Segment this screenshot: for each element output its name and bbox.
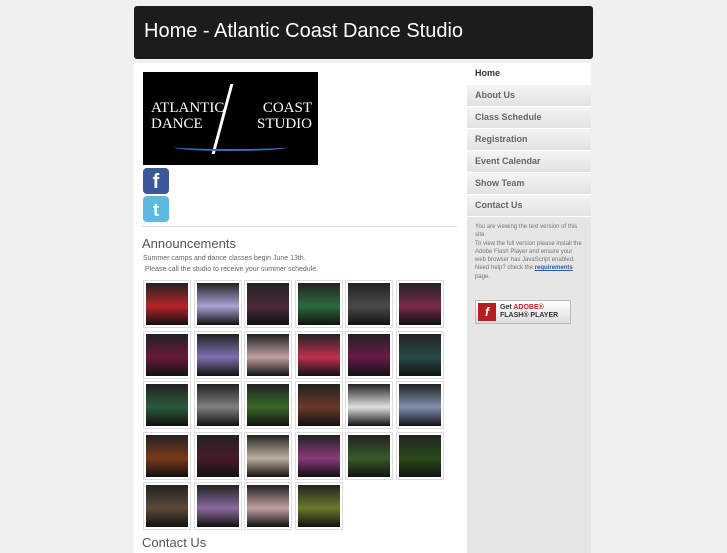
gallery-thumbnail[interactable] — [193, 330, 242, 379]
thumbnail-image — [247, 485, 290, 528]
thumbnail-image — [196, 384, 239, 427]
get-flash-player-button[interactable]: f Get ADOBE® FLASH® PLAYER — [475, 300, 571, 324]
announcement-line: Summer camps and dance classes begin Jun… — [143, 255, 306, 262]
gallery-thumbnail[interactable] — [396, 330, 444, 379]
wave-decoration — [173, 143, 288, 151]
flash-player: FLASH® PLAYER — [500, 312, 559, 319]
gallery-thumbnail[interactable] — [143, 482, 191, 531]
gallery-thumbnail[interactable] — [294, 431, 343, 480]
nav-item-show-team[interactable]: Show Team — [467, 173, 591, 195]
studio-logo: ATLANTIC DANCE COAST STUDIO — [143, 72, 318, 165]
gallery-thumbnail[interactable] — [143, 280, 191, 328]
gallery-thumbnail[interactable] — [244, 431, 293, 480]
thumbnail-image — [399, 384, 441, 427]
nav-item-home[interactable]: Home — [467, 63, 591, 85]
thumbnail-image — [196, 485, 239, 528]
thumbnail-image — [297, 434, 340, 477]
gallery-thumbnail[interactable] — [143, 330, 191, 379]
twitter-icon[interactable]: t — [143, 196, 169, 222]
flash-notice: You are viewing the text version of this… — [475, 223, 583, 281]
contact-heading: Contact Us — [142, 535, 207, 550]
thumbnail-image — [297, 333, 340, 376]
main-content: ATLANTIC DANCE COAST STUDIO f t Announce… — [134, 63, 467, 553]
gallery-thumbnail[interactable] — [396, 381, 444, 430]
thumbnail-image — [196, 283, 239, 325]
page-title: Home - Atlantic Coast Dance Studio — [144, 20, 464, 42]
gallery-thumbnail[interactable] — [143, 431, 191, 480]
gallery-thumbnail[interactable] — [244, 330, 293, 379]
main-nav: Home About Us Class Schedule Registration Ev… — [467, 63, 591, 217]
thumbnail-image — [399, 434, 441, 477]
thumbnail-image — [297, 485, 340, 528]
thumbnail-image — [348, 434, 391, 477]
gallery-thumbnail[interactable] — [193, 431, 242, 480]
thumbnail-image — [146, 384, 188, 427]
flash-adobe: ADOBE® — [513, 304, 544, 311]
sidebar: Home About Us Class Schedule Registration Ev… — [467, 63, 591, 553]
gallery-thumbnail[interactable] — [396, 431, 444, 480]
gallery-thumbnail[interactable] — [244, 482, 293, 531]
thumbnail-image — [399, 333, 441, 376]
logo-text-left: ATLANTIC DANCE — [151, 100, 225, 132]
nav-item-event-calendar[interactable]: Event Calendar — [467, 151, 591, 173]
flash-get: Get — [500, 304, 514, 311]
gallery-thumbnail[interactable] — [193, 482, 242, 531]
gallery-thumbnail[interactable] — [345, 280, 394, 328]
gallery-thumbnail[interactable] — [294, 280, 343, 328]
site-header: Home - Atlantic Coast Dance Studio — [134, 6, 593, 59]
requirements-link[interactable]: requirements — [535, 265, 573, 271]
notice-text: You are viewing the text version of this… — [475, 224, 578, 239]
gallery-thumbnail[interactable] — [244, 381, 293, 430]
gallery-thumbnail[interactable] — [345, 381, 394, 430]
announcement-line: Please call the studio to receive your s… — [143, 266, 319, 273]
nav-item-class-schedule[interactable]: Class Schedule — [467, 107, 591, 129]
gallery-thumbnail[interactable] — [193, 381, 242, 430]
announcements-heading: Announcements — [142, 236, 236, 251]
thumbnail-image — [348, 283, 391, 325]
gallery-thumbnail[interactable] — [396, 280, 444, 328]
thumbnail-image — [146, 283, 188, 325]
gallery-thumbnail[interactable] — [345, 330, 394, 379]
divider — [142, 226, 457, 227]
nav-item-about-us[interactable]: About Us — [467, 85, 591, 107]
thumbnail-image — [146, 333, 188, 376]
notice-text: To view the full version please install … — [475, 240, 582, 264]
thumbnail-image — [297, 384, 340, 427]
thumbnail-image — [196, 333, 239, 376]
nav-item-contact-us[interactable]: Contact Us — [467, 195, 591, 217]
facebook-icon[interactable]: f — [143, 168, 169, 194]
thumbnail-image — [247, 434, 290, 477]
thumbnail-image — [348, 333, 391, 376]
thumbnail-image — [196, 434, 239, 477]
thumbnail-image — [247, 333, 290, 376]
thumbnail-image — [297, 283, 340, 325]
gallery-thumbnail[interactable] — [244, 280, 293, 328]
notice-text: Need help? check the — [475, 265, 535, 272]
thumbnail-image — [399, 283, 441, 325]
logo-text-right: COAST STUDIO — [257, 100, 312, 132]
notice-text: page. — [475, 273, 491, 280]
nav-item-registration[interactable]: Registration — [467, 129, 591, 151]
thumbnail-image — [146, 485, 188, 528]
thumbnail-image — [247, 283, 290, 325]
gallery-thumbnail[interactable] — [345, 431, 394, 480]
thumbnail-image — [146, 434, 188, 477]
gallery-thumbnail[interactable] — [193, 280, 242, 328]
flash-icon: f — [478, 303, 496, 321]
thumbnail-image — [348, 384, 391, 427]
gallery-thumbnail[interactable] — [143, 381, 191, 430]
gallery-thumbnail[interactable] — [294, 482, 343, 531]
gallery-thumbnail[interactable] — [294, 330, 343, 379]
gallery-thumbnail[interactable] — [294, 381, 343, 430]
thumbnail-image — [247, 384, 290, 427]
